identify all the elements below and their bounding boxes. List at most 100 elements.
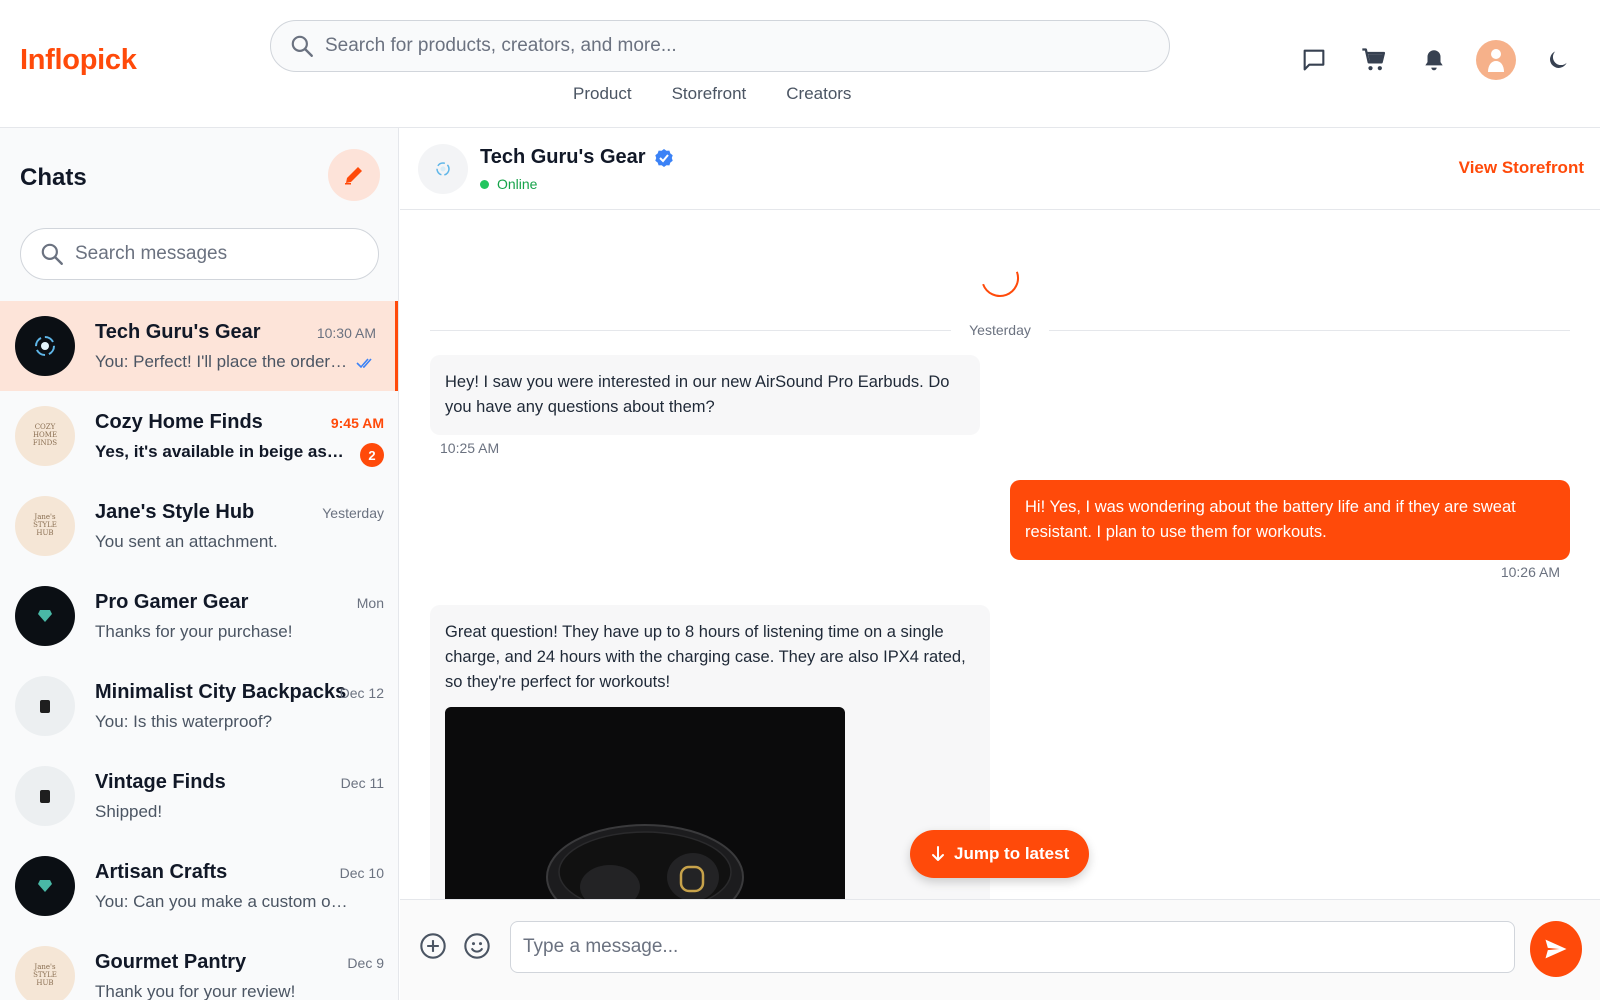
top-header: Inflopick Product Storefront Creators xyxy=(0,0,1600,128)
view-storefront-link[interactable]: View Storefront xyxy=(1459,158,1584,178)
avatar xyxy=(15,856,75,916)
chat-preview: Yes, it's available in beige as well! xyxy=(95,442,345,461)
chat-preview: Thanks for your purchase! xyxy=(95,622,293,641)
product-image-earbuds[interactable] xyxy=(445,707,845,899)
chat-preview: Thank you for your review! xyxy=(95,982,296,1000)
avatar: COZY HOME FINDS xyxy=(15,406,75,466)
avatar-logo-text: COZY HOME FINDS xyxy=(32,423,58,447)
user-avatar[interactable] xyxy=(1476,40,1516,80)
chat-time: Dec 12 xyxy=(339,685,384,701)
chat-time: 9:45 AM xyxy=(330,415,384,431)
chat-item-minimalist-city-backpacks[interactable]: Minimalist City Backpacks Dec 12 You: Is… xyxy=(0,661,398,751)
chat-item-gourmet-pantry[interactable]: Jane's STYLE HUB Gourmet Pantry Dec 9 Th… xyxy=(0,931,398,1000)
chat-name: Cozy Home Finds xyxy=(95,411,263,433)
chat-item-janes-style-hub[interactable]: Jane's STYLE HUB Jane's Style Hub Yester… xyxy=(0,481,398,571)
chat-time: Dec 11 xyxy=(340,775,384,791)
send-icon xyxy=(1545,939,1567,959)
message-bubble-outgoing: Hi! Yes, I was wondering about the batte… xyxy=(1010,480,1570,560)
chat-name: Tech Guru's Gear xyxy=(95,321,261,343)
nav-creators[interactable]: Creators xyxy=(786,84,851,104)
status-text: Online xyxy=(497,176,538,192)
chat-preview: You: Is this waterproof? xyxy=(95,712,273,731)
message-composer xyxy=(400,899,1600,1000)
double-check-icon xyxy=(356,358,372,369)
chat-item-artisan-crafts[interactable]: Artisan Crafts Dec 10 You: Can you make … xyxy=(0,841,398,931)
chat-time: Dec 10 xyxy=(339,865,384,881)
arrow-down-icon xyxy=(932,846,944,861)
moon-icon[interactable] xyxy=(1540,42,1576,78)
verified-badge-icon xyxy=(654,148,673,167)
plus-circle-icon xyxy=(420,933,446,959)
chat-time: Yesterday xyxy=(322,505,384,521)
new-chat-button[interactable] xyxy=(328,149,380,201)
conversation-title: Tech Guru's Gear xyxy=(480,146,674,169)
message-search[interactable] xyxy=(20,228,379,280)
message-time: 10:26 AM xyxy=(1500,564,1560,580)
chat-preview: Shipped! xyxy=(95,802,163,821)
loading-spinner-icon xyxy=(982,271,1019,297)
message-list[interactable]: Yesterday Hey! I saw you were interested… xyxy=(400,210,1600,899)
avatar xyxy=(15,766,75,826)
sidebar-title: Chats xyxy=(20,164,87,191)
chat-preview: You: Perfect! I'll place the order now. xyxy=(95,352,350,371)
jump-to-latest-button[interactable]: Jump to latest xyxy=(910,830,1090,878)
cart-icon[interactable] xyxy=(1356,42,1392,78)
message-bubble-incoming: Great question! They have up to 8 hours … xyxy=(430,605,990,899)
header-actions xyxy=(1272,40,1576,80)
unread-badge: 2 xyxy=(360,443,384,467)
chat-preview: You: Can you make a custom one? xyxy=(95,892,350,911)
conversation-header: Tech Guru's Gear Online View Storefront xyxy=(400,128,1600,210)
search-icon xyxy=(291,35,313,57)
avatar[interactable] xyxy=(418,144,468,194)
avatar-logo-text: Jane's STYLE HUB xyxy=(33,963,57,987)
chat-name: Minimalist City Backpacks xyxy=(95,681,347,703)
message-time: 10:25 AM xyxy=(440,440,500,456)
chat-list: Tech Guru's Gear 10:30 AM You: Perfect! … xyxy=(0,301,398,1000)
app-logo[interactable]: Inflopick xyxy=(20,44,137,77)
chat-item-vintage-finds[interactable]: Vintage Finds Dec 11 Shipped! xyxy=(0,751,398,841)
chat-item-tech-gurus-gear[interactable]: Tech Guru's Gear 10:30 AM You: Perfect! … xyxy=(0,301,398,391)
send-button[interactable] xyxy=(1530,921,1582,977)
chat-name: Gourmet Pantry xyxy=(95,951,247,973)
message-text: Hey! I saw you were interested in our ne… xyxy=(445,373,950,416)
pencil-icon xyxy=(345,167,362,185)
chat-name: Vintage Finds xyxy=(95,771,226,793)
chat-time: 10:30 AM xyxy=(316,325,376,341)
chat-name: Artisan Crafts xyxy=(95,861,228,883)
message-search-input[interactable] xyxy=(75,243,355,265)
avatar: Jane's STYLE HUB xyxy=(15,946,75,1000)
emoji-button[interactable] xyxy=(462,931,492,961)
chat-preview: You sent an attachment. xyxy=(95,532,278,551)
global-search-input[interactable] xyxy=(325,35,1145,57)
date-divider-label: Yesterday xyxy=(969,322,1031,338)
search-icon xyxy=(41,243,63,265)
conversation-panel: Tech Guru's Gear Online View Storefront … xyxy=(400,128,1600,1000)
online-status: Online xyxy=(480,176,537,192)
add-attachment-button[interactable] xyxy=(418,931,448,961)
main-nav: Product Storefront Creators xyxy=(573,84,851,104)
jump-to-latest-label: Jump to latest xyxy=(954,844,1070,863)
chat-item-pro-gamer-gear[interactable]: Pro Gamer Gear Mon Thanks for your purch… xyxy=(0,571,398,661)
earbuds-case-icon xyxy=(546,824,744,899)
message-input[interactable] xyxy=(510,921,1515,973)
global-search[interactable] xyxy=(270,20,1170,72)
message-text: Hi! Yes, I was wondering about the batte… xyxy=(1025,498,1516,541)
bell-icon[interactable] xyxy=(1416,42,1452,78)
emoji-icon xyxy=(464,933,490,959)
date-divider: Yesterday xyxy=(430,320,1570,340)
avatar-logo-text: Jane's STYLE HUB xyxy=(33,513,57,537)
chat-item-cozy-home-finds[interactable]: COZY HOME FINDS Cozy Home Finds 9:45 AM … xyxy=(0,391,398,481)
nav-storefront[interactable]: Storefront xyxy=(672,84,747,104)
online-dot xyxy=(480,179,489,189)
chat-sidebar: Chats Tech Guru's Gear 10:30 AM You: Per… xyxy=(0,128,399,1000)
nav-product[interactable]: Product xyxy=(573,84,632,104)
chat-time: Dec 9 xyxy=(347,955,384,971)
avatar xyxy=(15,316,75,376)
chat-icon[interactable] xyxy=(1296,42,1332,78)
message-text: Great question! They have up to 8 hours … xyxy=(445,623,966,691)
message-bubble-incoming: Hey! I saw you were interested in our ne… xyxy=(430,355,980,435)
chat-name: Jane's Style Hub xyxy=(95,501,255,523)
chat-name: Pro Gamer Gear xyxy=(95,591,249,613)
chat-time: Mon xyxy=(356,595,384,611)
avatar xyxy=(15,586,75,646)
